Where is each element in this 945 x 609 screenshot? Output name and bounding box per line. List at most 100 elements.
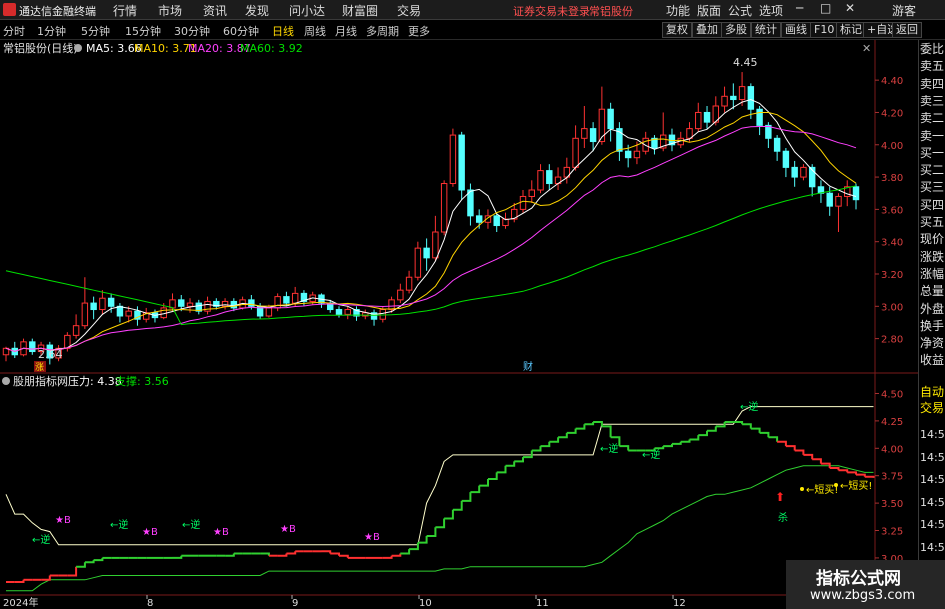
candle-down — [90, 302, 97, 311]
draw-button[interactable]: 画线 — [781, 22, 811, 38]
pressure-line — [5, 406, 874, 546]
trend-step-segment — [400, 549, 411, 555]
multi-stock-button[interactable]: 多股 — [721, 22, 751, 38]
quote-field-label[interactable]: 买四 — [920, 198, 945, 212]
overlay-button[interactable]: 叠加 — [692, 22, 722, 38]
back-button[interactable]: 返回 — [892, 22, 922, 38]
quote-field-label[interactable]: 买一 — [920, 146, 945, 160]
stats-button[interactable]: 统计 — [751, 22, 781, 38]
period-tab[interactable]: 月线 — [335, 23, 357, 39]
ma10-line — [5, 112, 857, 353]
adjust-button[interactable]: 复权 — [662, 22, 692, 38]
reverse-label: ←逆 — [642, 448, 660, 461]
quote-field-label[interactable]: 买二 — [920, 163, 945, 177]
trend-step-segment — [286, 551, 297, 555]
quote-field-label[interactable]: 涨幅 — [920, 267, 945, 281]
trend-step-segment — [654, 446, 665, 450]
period-tab[interactable]: 多周期 — [366, 23, 399, 39]
trade-label[interactable]: 交易 — [920, 401, 945, 415]
x-axis: 2024年 8 9 10 11 12 — [3, 595, 686, 609]
trend-step-segment — [277, 553, 288, 557]
period-tab[interactable]: 15分钟 — [125, 23, 161, 39]
menu-item-formula[interactable]: 公式 — [728, 2, 752, 19]
trend-step-segment — [488, 472, 498, 480]
menu-item-market[interactable]: 行情 — [113, 2, 137, 19]
menu-item-trade[interactable]: 交易 — [397, 2, 421, 19]
menu-item-wealth[interactable]: 财富圈 — [342, 2, 378, 19]
menu-item-options[interactable]: 选项 — [759, 2, 783, 19]
trend-step-segment — [409, 542, 419, 551]
period-tab[interactable]: 分时 — [3, 23, 25, 39]
period-tab[interactable]: 1分钟 — [37, 23, 66, 39]
quote-field-label[interactable]: 卖二 — [920, 111, 945, 125]
buy-b-label: ★B — [364, 532, 380, 543]
trend-step-segment — [426, 527, 437, 537]
menu-item-ask[interactable]: 问小达 — [289, 2, 325, 19]
quote-field-label[interactable]: 委比 — [920, 42, 945, 56]
candle-up — [633, 150, 641, 159]
menu-item-layout[interactable]: 版面 — [697, 2, 721, 19]
menu-item-news[interactable]: 资讯 — [203, 2, 227, 19]
menu-item-function[interactable]: 功能 — [666, 2, 690, 19]
quote-field-label[interactable]: 卖五 — [920, 59, 945, 73]
period-tab-active[interactable]: 日线 — [272, 23, 294, 39]
trend-step-segment — [67, 566, 78, 577]
candle-down — [107, 297, 115, 307]
kline-title: 常铝股份(日线) — [3, 41, 78, 55]
candle-up — [265, 307, 273, 317]
candle-down — [248, 299, 255, 307]
period-tab[interactable]: 60分钟 — [223, 23, 259, 39]
close-icon[interactable]: ✕ — [845, 1, 855, 15]
ma60-line — [5, 185, 857, 326]
short-buy-dot — [800, 487, 804, 491]
short-buy-label: ←短买! — [840, 479, 872, 492]
panel-close-icon[interactable]: ✕ — [862, 42, 871, 55]
quote-field-label[interactable]: 买三 — [920, 180, 945, 194]
trend-step-segment — [750, 427, 761, 433]
quote-field-label[interactable]: 卖三 — [920, 94, 945, 108]
menu-item-markets[interactable]: 市场 — [158, 2, 182, 19]
period-tab[interactable]: 30分钟 — [174, 23, 210, 39]
trend-step-segment — [330, 552, 340, 556]
candle-up — [581, 128, 588, 139]
app-title: 通达信金融终端 — [19, 5, 96, 18]
trend-step-segment — [794, 449, 805, 455]
period-tab[interactable]: 周线 — [304, 23, 326, 39]
candle-up — [405, 276, 413, 291]
maximize-icon[interactable]: □ — [820, 1, 831, 15]
candle-up — [642, 137, 649, 152]
trade-time: 14:56 — [920, 428, 945, 441]
minimize-icon[interactable]: ─ — [796, 1, 803, 15]
quote-field-label[interactable]: 净资 — [920, 336, 945, 350]
guest-button[interactable]: 游客 — [892, 2, 916, 19]
quote-field-label[interactable]: 卖一 — [920, 129, 945, 143]
f10-button[interactable]: F10 — [810, 22, 839, 38]
ma5-line — [5, 98, 857, 353]
quote-field-label[interactable]: 涨跌 — [920, 250, 945, 264]
auto-trade-label[interactable]: 自动 — [920, 385, 945, 399]
trend-step-segment — [593, 421, 603, 427]
menu-bar: 通达信金融终端 行情 市场 资讯 发现 问小达 财富圈 交易 证券交易未登录 常… — [0, 0, 945, 20]
login-notice[interactable]: 证券交易未登录 — [513, 3, 590, 19]
quote-field-label[interactable]: 外盘 — [920, 302, 945, 316]
menu-item-discover[interactable]: 发现 — [245, 2, 269, 19]
indicator-settings-icon[interactable] — [2, 377, 10, 385]
candle-down — [283, 296, 290, 304]
period-tab[interactable]: 5分钟 — [81, 23, 110, 39]
quote-field-label[interactable]: 卖四 — [920, 77, 945, 91]
mark-button[interactable]: 标记 — [836, 22, 866, 38]
quote-field-label[interactable]: 换手 — [920, 319, 945, 333]
quote-field-label[interactable]: 收益 — [920, 353, 945, 367]
trend-step-segment — [856, 473, 866, 477]
quote-field-label[interactable]: 总量 — [920, 284, 945, 298]
trend-step-segment — [172, 555, 183, 559]
x-tick-label: 8 — [147, 598, 153, 609]
more-periods-button[interactable]: 更多 — [408, 23, 430, 39]
candle-down — [467, 189, 474, 217]
x-tick-label: 11 — [536, 598, 549, 609]
chart-area[interactable]: 常铝股份(日线) MA5: 3.66 MA10: 3.71 MA20: 3.87… — [0, 40, 918, 609]
settings-dot-icon[interactable] — [74, 44, 82, 52]
trade-time: 14:56 — [920, 473, 945, 486]
quote-field-label[interactable]: 买五 — [920, 215, 945, 229]
quote-field-label[interactable]: 现价 — [920, 232, 945, 246]
